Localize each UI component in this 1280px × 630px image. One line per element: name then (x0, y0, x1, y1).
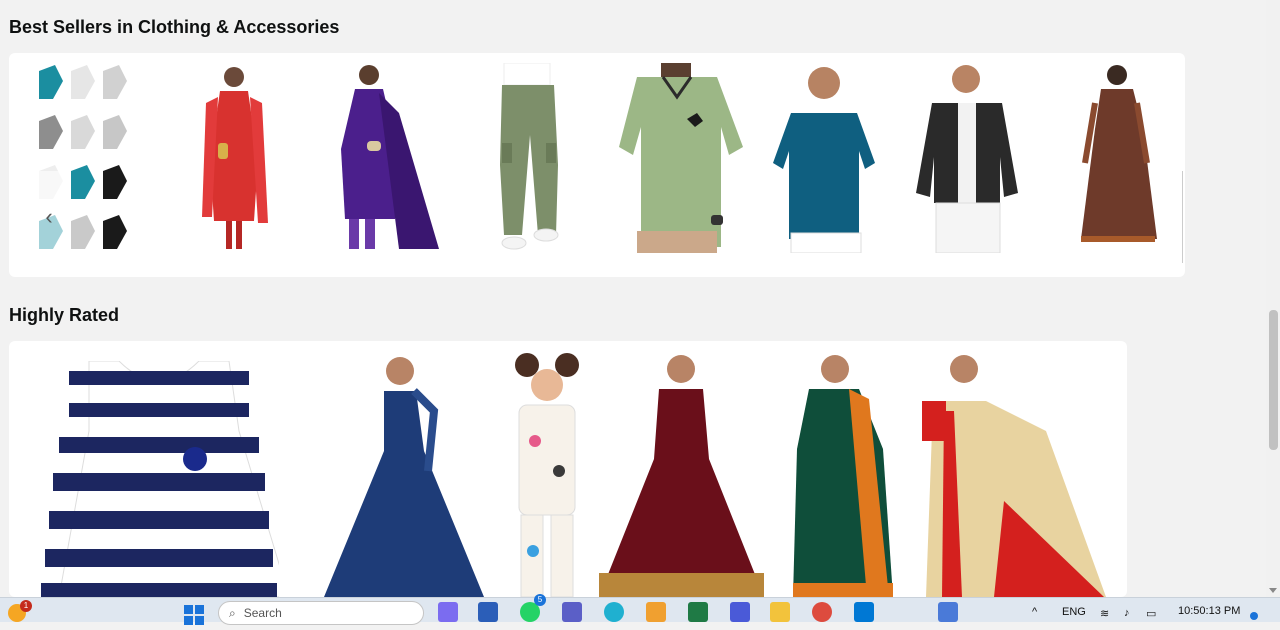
product-striped-frock[interactable] (39, 361, 279, 597)
app-icon[interactable] (730, 602, 750, 622)
product-green-polo[interactable] (607, 63, 747, 253)
search-placeholder: Search (243, 606, 282, 620)
chrome-icon[interactable] (812, 602, 832, 622)
file-explorer-icon[interactable] (770, 602, 790, 622)
excel-icon[interactable] (688, 602, 708, 622)
notification-dot-icon[interactable] (1250, 612, 1258, 620)
product-night-suit[interactable] (499, 351, 594, 597)
product-teal-polo[interactable] (769, 63, 879, 253)
product-black-jacket[interactable] (914, 63, 1024, 253)
carousel-prev-button[interactable]: ‹ (27, 171, 71, 263)
battery-icon[interactable]: ▭ (1146, 607, 1156, 620)
product-green-saree[interactable] (779, 351, 904, 597)
chevron-up-icon[interactable]: ^ (1032, 606, 1037, 618)
chevron-left-icon: ‹ (45, 204, 53, 229)
highly-rated-carousel (9, 341, 1127, 597)
language-indicator[interactable]: ENG (1062, 606, 1086, 618)
page-scrollbar[interactable] (1266, 0, 1280, 597)
copilot-icon[interactable] (438, 602, 458, 622)
product-anarkali[interactable] (1071, 63, 1161, 253)
edge-icon[interactable] (604, 602, 624, 622)
product-purple-kurta[interactable] (319, 63, 444, 253)
notification-badge: 1 (20, 600, 32, 612)
section-title-highly-rated: Highly Rated (9, 305, 120, 325)
product-printed-saree[interactable] (914, 351, 1109, 597)
vlc-icon[interactable] (646, 602, 666, 622)
teams-icon[interactable] (562, 602, 582, 622)
vscode-icon[interactable] (854, 602, 874, 622)
taskbar-search-input[interactable]: ⌕ Search (218, 601, 424, 625)
product-maroon-gown[interactable] (599, 351, 764, 597)
section-title-best-sellers: Best Sellers in Clothing & Accessories (9, 17, 340, 37)
carousel-divider (1182, 171, 1183, 263)
volume-icon[interactable]: ♪ (1124, 607, 1130, 619)
notepad-icon[interactable] (938, 602, 958, 622)
word-icon[interactable] (478, 602, 498, 622)
product-red-kurta[interactable] (194, 63, 274, 253)
best-sellers-carousel: ‹ (9, 53, 1185, 277)
scrollbar-thumb[interactable] (1269, 310, 1278, 450)
product-cargo-pants[interactable] (484, 63, 574, 253)
clock-time[interactable]: 10:50:13 PM (1178, 605, 1240, 617)
taskbar: 1 ⌕ Search 5 ^ ENG ≋ ♪ ▭ 10:50:13 PM (0, 594, 1280, 625)
whatsapp-badge: 5 (534, 594, 546, 606)
scroll-down-arrow-icon[interactable] (1269, 588, 1277, 593)
product-blue-gown[interactable] (324, 351, 484, 597)
search-icon: ⌕ (229, 605, 236, 620)
windows-start-icon[interactable] (184, 605, 204, 625)
wifi-icon[interactable]: ≋ (1100, 607, 1109, 620)
